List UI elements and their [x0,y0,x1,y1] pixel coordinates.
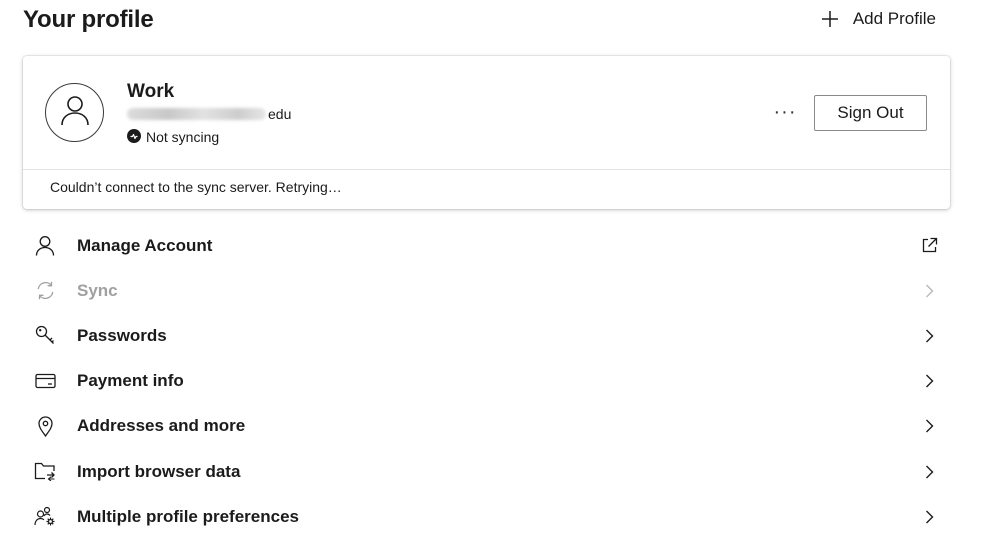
person-icon [34,235,56,257]
menu-item-import-browser-data[interactable]: Import browser data [23,449,950,494]
sign-out-button[interactable]: Sign Out [814,95,927,131]
plus-icon [821,10,839,28]
menu-item-payment-info[interactable]: Payment info [23,359,950,404]
avatar-person-icon [60,94,90,131]
profile-settings-icon [34,506,56,528]
chevron-right-icon [922,284,936,298]
page-title: Your profile [23,6,154,33]
email-suffix: edu [268,106,292,122]
location-pin-icon [34,415,56,437]
email-redacted [127,108,266,120]
menu-label-multiple-profile-preferences: Multiple profile preferences [77,506,299,526]
folder-import-icon [34,461,56,483]
chevron-right-icon [922,329,936,343]
menu-label-addresses: Addresses and more [77,416,246,436]
menu-label-import-browser-data: Import browser data [77,461,241,481]
profile-summary: Work edu Not syncing ··· Sign Out [23,56,950,169]
menu-item-manage-account[interactable]: Manage Account [23,223,950,268]
menu-label-manage-account: Manage Account [77,235,213,255]
sync-icon [34,280,56,302]
key-icon [34,325,56,347]
menu-label-passwords: Passwords [77,325,167,345]
profile-menu: Manage Account Sync Passwords Payment in… [23,223,950,539]
menu-item-addresses[interactable]: Addresses and more [23,404,950,449]
sync-off-icon [127,128,141,146]
sync-status-label: Not syncing [146,129,220,145]
menu-label-payment-info: Payment info [77,371,184,391]
sync-status: Not syncing [127,128,219,146]
header: Your profile Add Profile [23,0,950,40]
credit-card-icon [34,370,56,392]
profile-card: Work edu Not syncing ··· Sign Out Couldn… [23,56,950,209]
sync-error-message: Couldn’t connect to the sync server. Ret… [50,179,342,195]
chevron-right-icon [922,419,936,433]
chevron-right-icon [922,465,936,479]
chevron-right-icon [922,374,936,388]
external-link-icon [920,237,938,255]
avatar [45,83,104,142]
menu-item-passwords[interactable]: Passwords [23,313,950,358]
profile-email: edu [127,105,291,123]
profile-name: Work [127,81,175,102]
card-divider [23,169,950,170]
more-options-button[interactable]: ··· [771,98,799,126]
menu-item-multiple-profile-preferences[interactable]: Multiple profile preferences [23,494,950,539]
add-profile-button[interactable]: Add Profile [821,6,936,32]
chevron-right-icon [922,510,936,524]
menu-label-sync: Sync [77,280,118,300]
add-profile-label: Add Profile [852,9,936,28]
menu-item-sync[interactable]: Sync [23,268,950,313]
